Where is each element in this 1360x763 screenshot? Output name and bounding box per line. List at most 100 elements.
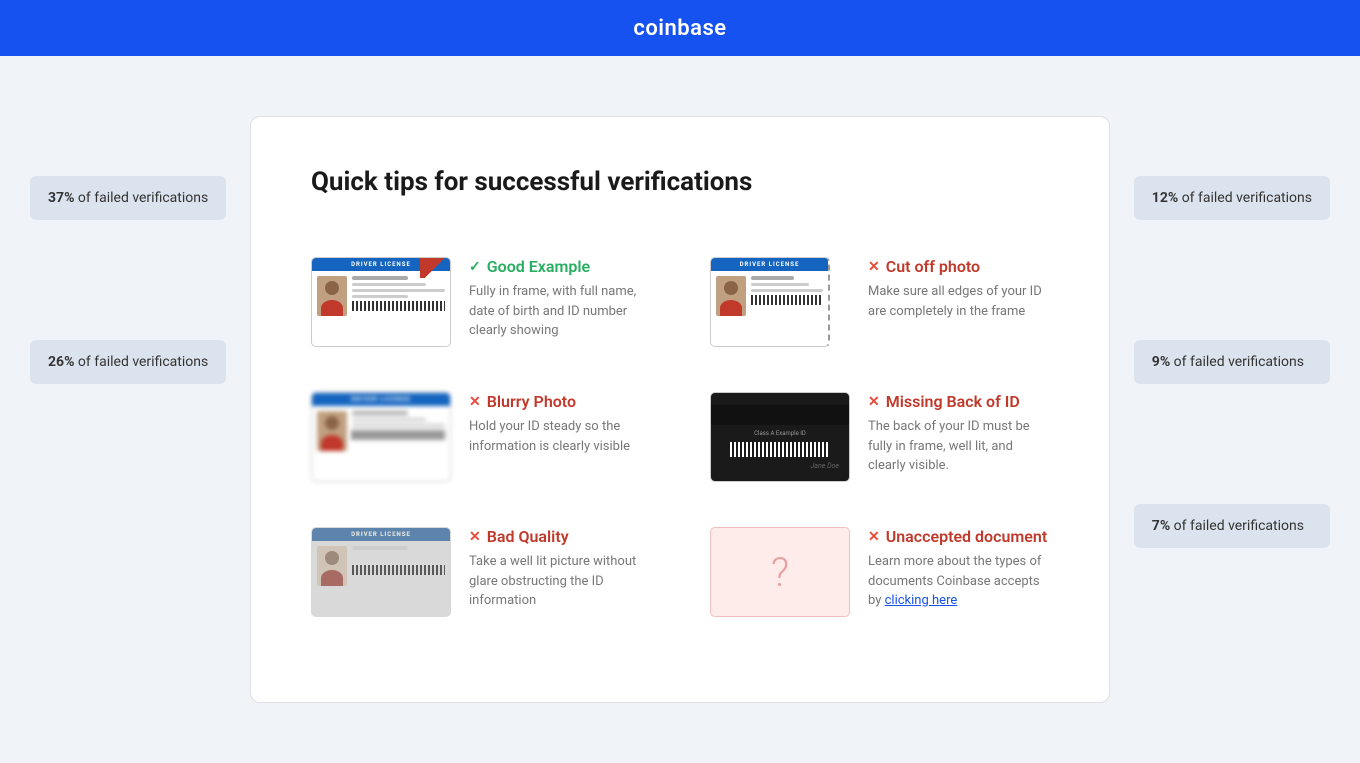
id-card-cutoff-visual: DRIVER LICENSE	[710, 257, 830, 347]
tip-cutoff-desc: Make sure all edges of your ID are compl…	[868, 282, 1049, 321]
bad-icon: ✕	[868, 529, 880, 545]
good-icon: ✓	[469, 259, 481, 275]
right-badge-2-label: of failed verifications	[1174, 354, 1304, 370]
right-badge-1-label: of failed verifications	[1182, 190, 1312, 206]
id-card-good-body	[312, 271, 450, 343]
tip-missing-back-content: ✕ Missing Back of ID The back of your ID…	[868, 392, 1049, 476]
right-badge-2-pct: 9%	[1152, 354, 1170, 370]
right-badge-1: 12% of failed verifications	[1134, 176, 1330, 220]
side-badges-left: 37% of failed verifications 26% of faile…	[30, 176, 226, 384]
id-card-blurry-visual: DRIVER LICENSE	[311, 392, 451, 482]
clicking-here-link[interactable]: clicking here	[885, 593, 958, 608]
id-card-bad-header: DRIVER LICENSE	[312, 528, 450, 541]
id-card-cutoff-info	[751, 276, 823, 338]
id-card-bad-photo	[317, 546, 347, 586]
bad-icon: ✕	[868, 259, 880, 275]
tip-unaccepted-desc: Learn more about the types of documents …	[868, 552, 1049, 611]
id-card-line	[352, 289, 445, 292]
tip-bad-quality: DRIVER LICENSE	[311, 507, 680, 642]
id-card-barcode	[751, 295, 823, 305]
id-card-line	[751, 283, 809, 286]
id-card-blurry: DRIVER LICENSE	[311, 392, 451, 487]
right-badge-3-label: of failed verifications	[1174, 518, 1304, 534]
tips-grid: DRIVER LICENSE	[311, 237, 1049, 642]
left-badge-1-label: of failed verifications	[78, 190, 208, 206]
id-card-line	[352, 553, 426, 556]
tip-bad-quality-label: Bad Quality	[487, 527, 569, 546]
tip-bad-quality-content: ✕ Bad Quality Take a well lit picture wi…	[469, 527, 660, 611]
id-card-cutoff-body	[711, 271, 828, 343]
main-card: Quick tips for successful verifications …	[250, 116, 1110, 703]
bad-icon: ✕	[868, 394, 880, 410]
tip-status: ✕ Blurry Photo	[469, 392, 660, 411]
id-card-line	[352, 295, 408, 298]
id-card-bad-info	[352, 546, 445, 608]
left-badge-2-label: of failed verifications	[78, 354, 208, 370]
id-card-line	[751, 276, 794, 280]
tip-blurry-content: ✕ Blurry Photo Hold your ID steady so th…	[469, 392, 660, 456]
id-card-barcode	[352, 301, 445, 311]
left-badge-1: 37% of failed verifications	[30, 176, 226, 220]
bad-icon: ✕	[469, 394, 481, 410]
tip-status: ✕ Cut off photo	[868, 257, 1049, 276]
id-card-blurry-body	[312, 406, 450, 478]
tip-blurry: DRIVER LICENSE	[311, 372, 680, 507]
bad-icon: ✕	[469, 529, 481, 545]
id-card-line	[751, 289, 823, 292]
id-card-cutoff-header: DRIVER LICENSE	[711, 258, 828, 271]
coinbase-logo: coinbase	[633, 16, 726, 41]
tip-missing-back: Class A Example ID Jane Doe ✕ Missing Ba…	[680, 372, 1049, 507]
tip-cut-off: DRIVER LICENSE	[680, 237, 1049, 372]
tip-unaccepted-content: ✕ Unaccepted document Learn more about t…	[868, 527, 1049, 611]
id-card-line	[352, 418, 426, 421]
tip-cutoff-content: ✕ Cut off photo Make sure all edges of y…	[868, 257, 1049, 321]
tip-missing-back-desc: The back of your ID must be fully in fra…	[868, 417, 1049, 476]
id-card-photo	[317, 276, 347, 316]
left-badge-2-pct: 26%	[48, 354, 74, 370]
right-badge-3-pct: 7%	[1152, 518, 1170, 534]
id-card-info	[352, 276, 445, 338]
tip-status: ✕ Unaccepted document	[868, 527, 1049, 546]
tip-good-example: DRIVER LICENSE	[311, 237, 680, 372]
id-card-cutoff-photo	[716, 276, 746, 316]
id-card-line	[352, 283, 426, 286]
id-card-bad: DRIVER LICENSE	[311, 527, 451, 622]
tip-status: ✓ Good Example	[469, 257, 660, 276]
id-card-good-visual: DRIVER LICENSE	[311, 257, 451, 347]
tip-good-label: Good Example	[487, 257, 590, 276]
tip-status: ✕ Missing Back of ID	[868, 392, 1049, 411]
right-badge-3: 7% of failed verifications	[1134, 504, 1330, 548]
id-card-blurry-info	[352, 411, 445, 473]
id-card-back-sig: Jane Doe	[811, 462, 839, 470]
right-badge-1-pct: 12%	[1152, 190, 1178, 206]
left-badge-1-pct: 37%	[48, 190, 74, 206]
id-card-line	[352, 546, 408, 550]
page-body: 37% of failed verifications 26% of faile…	[0, 56, 1360, 763]
id-card-blurry-header: DRIVER LICENSE	[312, 393, 450, 406]
id-card-back-barcode	[730, 442, 830, 457]
tip-good-example-content: ✓ Good Example Fully in frame, with full…	[469, 257, 660, 341]
id-card-back: Class A Example ID Jane Doe	[710, 392, 850, 487]
id-card-barcode	[352, 430, 445, 440]
left-badge-2: 26% of failed verifications	[30, 340, 226, 384]
tip-blurry-desc: Hold your ID steady so the information i…	[469, 417, 660, 456]
id-card-bad-visual: DRIVER LICENSE	[311, 527, 451, 617]
id-card-line	[352, 424, 445, 427]
tip-good-desc: Fully in frame, with full name, date of …	[469, 282, 660, 341]
id-card-good-example: DRIVER LICENSE	[311, 257, 451, 352]
id-card-back-visual: Class A Example ID Jane Doe	[710, 392, 850, 482]
id-corner-flag	[420, 258, 450, 278]
tip-missing-back-label: Missing Back of ID	[886, 392, 1020, 411]
side-badges-right: 12% of failed verifications 9% of failed…	[1134, 176, 1330, 548]
id-card-barcode	[352, 565, 445, 575]
tip-bad-quality-desc: Take a well lit picture without glare ob…	[469, 552, 660, 611]
tip-unaccepted-label: Unaccepted document	[886, 527, 1047, 546]
id-card-line	[352, 411, 408, 415]
id-card-line	[352, 559, 445, 562]
id-card-back-stripe	[711, 405, 849, 425]
question-mark: ?	[771, 549, 789, 596]
tip-cutoff-label: Cut off photo	[886, 257, 980, 276]
page-title: Quick tips for successful verifications	[311, 167, 1049, 197]
tip-unaccepted: ? ✕ Unaccepted document Learn more about…	[680, 507, 1049, 642]
id-card-unknown-visual: ?	[710, 527, 850, 617]
